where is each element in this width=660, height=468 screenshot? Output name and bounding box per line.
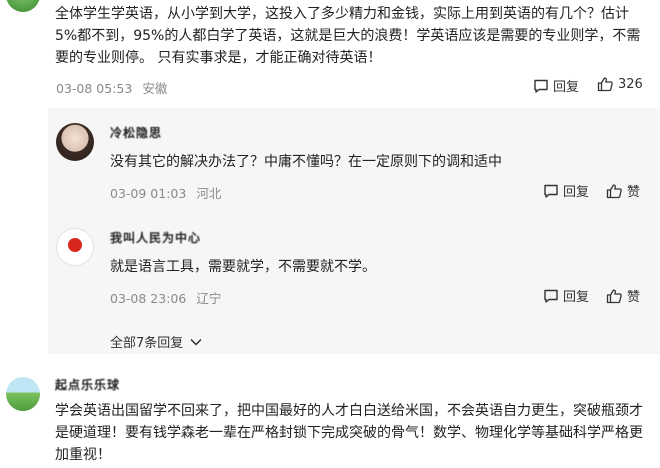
- thumbs-up-icon: [597, 77, 613, 92]
- comment-body: 全体学生学英语，从小学到大学，这投入了多少精力和金钱，实际上用到英语的有几个？估…: [55, 3, 655, 69]
- reply-date: 03-09 01:03: [110, 186, 187, 201]
- reply-location: 辽宁: [196, 291, 222, 306]
- reply-location: 河北: [196, 186, 222, 201]
- comment-text-line: 加重视！: [55, 447, 111, 463]
- reply-text: 没有其它的解决办法了？中庸不懂吗？在一定原则下的调和适中: [110, 154, 502, 170]
- thumbs-up-icon: [606, 288, 622, 303]
- reply-meta: 03-09 01:03 河北: [110, 183, 221, 202]
- comment-meta: 03-08 05:53 安徽: [56, 78, 167, 97]
- reply-date: 03-08 23:06: [110, 291, 187, 306]
- comment-text-line: 全体学生学英语，从小学到大学，这投入了多少精力和金钱，实际上用到英语的有几个？估…: [55, 6, 629, 22]
- comment-text-line: 要的专业则停。 只有实事求是，才能正确对待英语！: [55, 50, 382, 66]
- reply-button[interactable]: 回复: [533, 76, 579, 95]
- avatar[interactable]: [56, 228, 94, 266]
- comment-text-line: 学会英语出国留学不回来了，把中国最好的人才白白送给米国，不会英语自力更生，突破瓶…: [55, 403, 643, 419]
- expand-replies-button[interactable]: 全部7条回复: [110, 332, 207, 351]
- chevron-down-icon: [190, 338, 202, 346]
- reply-meta: 03-08 23:06 辽宁: [110, 288, 221, 307]
- avatar[interactable]: [6, 377, 40, 411]
- comment-icon: [544, 184, 558, 198]
- emblem-icon: [68, 238, 82, 252]
- comment-username[interactable]: 起点乐乐球: [55, 376, 120, 393]
- reply-text: 就是语言工具，需要就学，不需要就不学。: [110, 259, 376, 275]
- comment-text-line: 5%都不到，95%的人都白学了英语，这就是巨大的浪费！学英语应该是需要的专业则学…: [55, 28, 641, 44]
- comment-text-line: 是硬道理！要有钱学森老一辈在严格封锁下完成突破的骨气！数学、物理化学等基础科学严…: [55, 425, 643, 441]
- like-button[interactable]: 赞: [606, 181, 640, 200]
- thumbs-up-icon: [606, 183, 622, 198]
- comment-icon: [544, 289, 558, 303]
- avatar[interactable]: [56, 123, 94, 161]
- reply-username[interactable]: 冷松隐思: [110, 124, 162, 141]
- reply-button[interactable]: 回复: [543, 181, 589, 200]
- like-count: 326: [618, 76, 643, 92]
- like-button[interactable]: 赞: [606, 286, 640, 305]
- avatar[interactable]: [6, 0, 40, 12]
- like-button[interactable]: 326: [597, 76, 643, 92]
- comment-icon: [534, 79, 548, 93]
- comment-date: 03-08 05:53: [56, 81, 133, 96]
- reply-username[interactable]: 我叫人民为中心: [110, 229, 201, 246]
- comment-location: 安徽: [142, 81, 168, 96]
- comment-body: 学会英语出国留学不回来了，把中国最好的人才白白送给米国，不会英语自力更生，突破瓶…: [55, 400, 655, 466]
- reply-button[interactable]: 回复: [543, 286, 589, 305]
